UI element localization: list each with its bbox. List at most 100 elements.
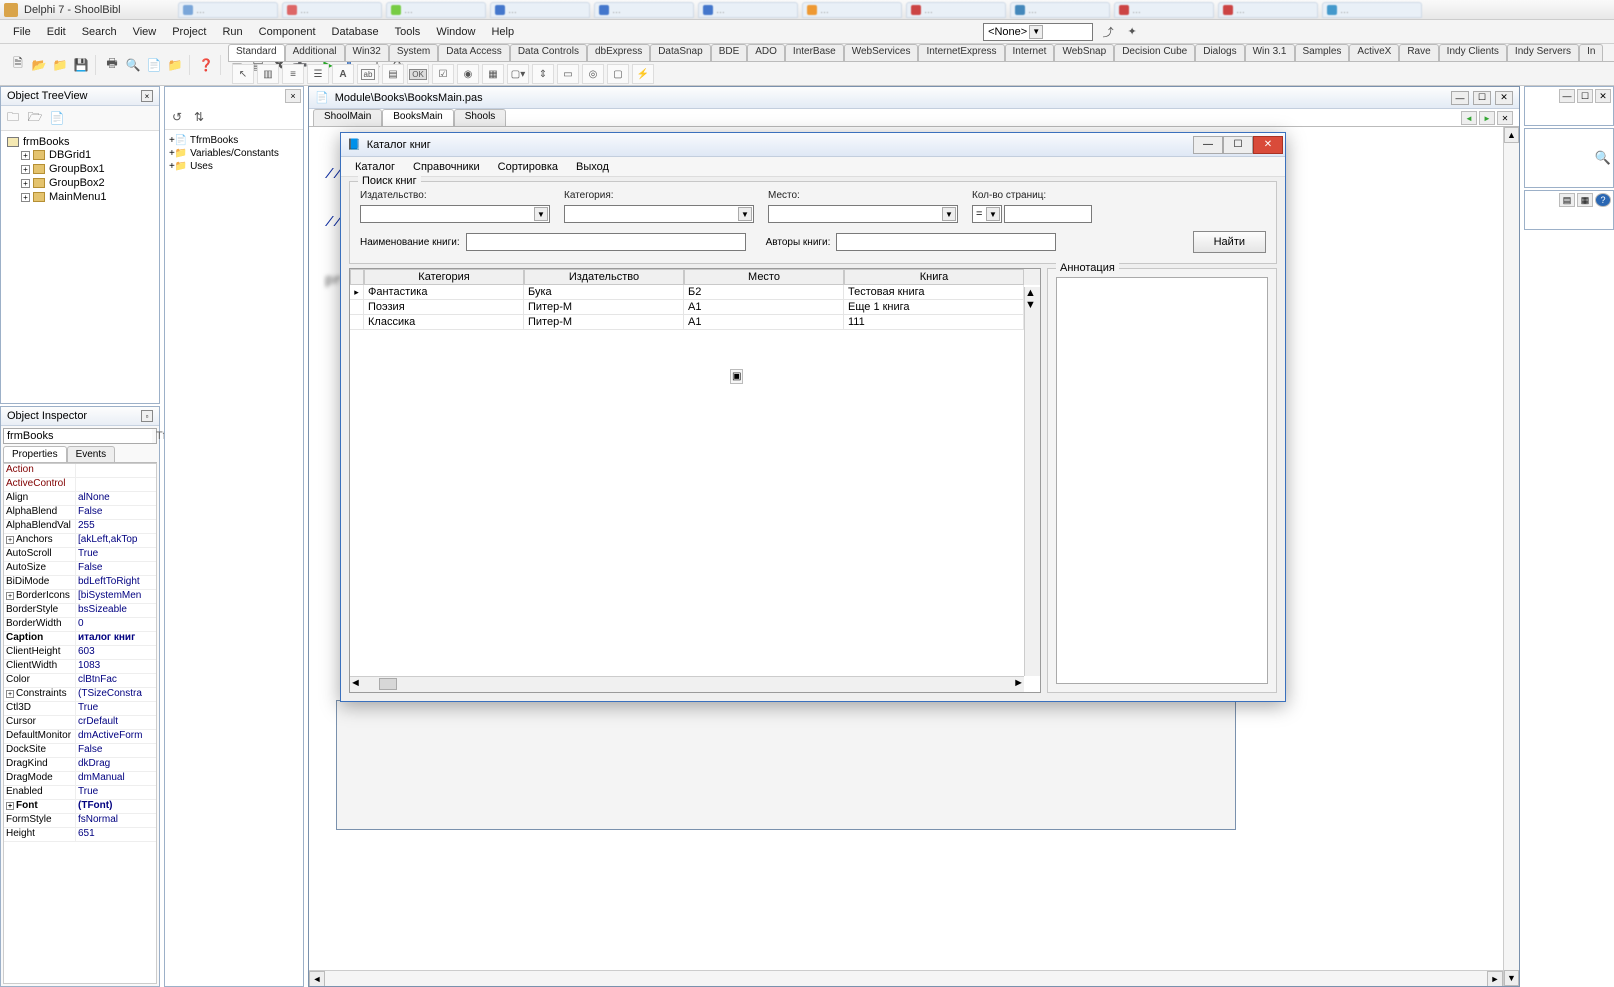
palette-tab-more[interactable]: In: [1579, 44, 1603, 61]
property-row[interactable]: ActiveControl: [4, 478, 156, 492]
property-row[interactable]: EnabledTrue: [4, 786, 156, 800]
table-cell[interactable]: Б2: [684, 285, 844, 299]
property-row[interactable]: AutoSizeFalse: [4, 562, 156, 576]
property-row[interactable]: AlphaBlendVal255: [4, 520, 156, 534]
explorer-node[interactable]: Uses: [190, 161, 213, 172]
col-category[interactable]: Категория: [364, 269, 524, 285]
palette-tab-datasnap[interactable]: DataSnap: [650, 44, 710, 61]
palette-tab-webservices[interactable]: WebServices: [844, 44, 919, 61]
property-row[interactable]: AlignalNone: [4, 492, 156, 506]
menu-tools[interactable]: Tools: [388, 23, 428, 41]
tab-events[interactable]: Events: [67, 446, 116, 462]
property-row[interactable]: +BorderIcons[biSystemMen: [4, 590, 156, 604]
panel-icon[interactable]: ▢: [607, 64, 629, 84]
property-row[interactable]: BorderStylebsSizeable: [4, 604, 156, 618]
tab-shools[interactable]: Shools: [454, 109, 507, 126]
edit-icon[interactable]: ab: [357, 64, 379, 84]
palette-tab-samples[interactable]: Samples: [1295, 44, 1350, 61]
treeview-btn-3[interactable]: 📄: [47, 108, 67, 128]
nav-fwd-icon[interactable]: ►: [1479, 111, 1495, 125]
label-icon[interactable]: A: [332, 64, 354, 84]
nav-back-icon[interactable]: ◄: [1461, 111, 1477, 125]
radiobutton-icon[interactable]: ◉: [457, 64, 479, 84]
pages-input[interactable]: [1004, 205, 1092, 223]
dock-maximize-icon[interactable]: ☐: [1577, 89, 1593, 103]
nav-close-icon[interactable]: ✕: [1497, 111, 1513, 125]
table-cell[interactable]: А1: [684, 300, 844, 314]
search-icon[interactable]: 🔍: [1595, 150, 1611, 166]
frames-icon[interactable]: ▥: [257, 64, 279, 84]
property-row[interactable]: AlphaBlendFalse: [4, 506, 156, 520]
palette-tab-internet[interactable]: Internet: [1005, 44, 1055, 61]
publisher-combo[interactable]: ▼: [360, 205, 550, 223]
folder-button[interactable]: 📁: [165, 55, 185, 75]
treeview-btn-2[interactable]: 🗁: [25, 108, 45, 128]
property-row[interactable]: Action: [4, 464, 156, 478]
expand-icon[interactable]: +: [169, 161, 175, 172]
app-maximize-button[interactable]: ☐: [1223, 136, 1253, 154]
palette-tab-standard[interactable]: Standard: [228, 44, 285, 61]
expand-icon[interactable]: +: [21, 193, 30, 202]
dock-close-icon[interactable]: ✕: [1595, 89, 1611, 103]
scrollbar-icon[interactable]: ⇕: [532, 64, 554, 84]
palette-tab-system[interactable]: System: [389, 44, 438, 61]
property-row[interactable]: Captionиталог книг: [4, 632, 156, 646]
panel-close-icon[interactable]: ×: [141, 90, 153, 102]
config-combo[interactable]: <None> ▼: [983, 23, 1093, 41]
minimize-button[interactable]: —: [1451, 91, 1469, 105]
tree-node[interactable]: GroupBox2: [49, 177, 105, 189]
category-combo[interactable]: ▼: [564, 205, 754, 223]
menu-edit[interactable]: Edit: [40, 23, 73, 41]
dock-view2-icon[interactable]: ▦: [1577, 193, 1593, 207]
palette-tab-rave[interactable]: Rave: [1399, 44, 1438, 61]
palette-tab-additional[interactable]: Additional: [285, 44, 345, 61]
table-cell[interactable]: Еще 1 книга: [844, 300, 1024, 314]
help-contents-button[interactable]: ❓: [196, 55, 216, 75]
app-close-button[interactable]: ✕: [1253, 136, 1283, 154]
grid-hscrollbar[interactable]: ◄►: [350, 676, 1024, 692]
tree-node[interactable]: MainMenu1: [49, 191, 106, 203]
palette-tab-indyclients[interactable]: Indy Clients: [1439, 44, 1507, 61]
table-cell[interactable]: Поэзия: [364, 300, 524, 314]
object-treeview[interactable]: frmBooks +DBGrid1 +GroupBox1 +GroupBox2 …: [1, 131, 159, 403]
expand-icon[interactable]: +: [169, 148, 175, 159]
palette-tab-dataaccess[interactable]: Data Access: [438, 44, 510, 61]
form-designer-window[interactable]: [336, 700, 1236, 830]
table-cell[interactable]: Фантастика: [364, 285, 524, 299]
explorer-btn-1[interactable]: ↺: [167, 107, 187, 127]
palette-tab-interbase[interactable]: InterBase: [785, 44, 844, 61]
find-button[interactable]: 🔍: [123, 55, 143, 75]
property-row[interactable]: +Anchors[akLeft,akTop: [4, 534, 156, 548]
app-minimize-button[interactable]: —: [1193, 136, 1223, 154]
tree-root[interactable]: frmBooks: [23, 136, 69, 148]
combobox-icon[interactable]: ▢▾: [507, 64, 529, 84]
save-button[interactable]: 💾: [71, 55, 91, 75]
panel-close-icon[interactable]: ×: [285, 89, 301, 103]
popupmenu-icon[interactable]: ☰: [307, 64, 329, 84]
radiogroup-icon[interactable]: ◎: [582, 64, 604, 84]
property-row[interactable]: Height651: [4, 828, 156, 842]
palette-tab-win31[interactable]: Win 3.1: [1245, 44, 1295, 61]
cursor-icon[interactable]: ↖: [232, 64, 254, 84]
maximize-button[interactable]: ☐: [1473, 91, 1491, 105]
listbox-icon[interactable]: ▦: [482, 64, 504, 84]
inspector-instance-combo[interactable]: TfrmBooks ▼: [3, 428, 157, 444]
table-cell[interactable]: 111: [844, 315, 1024, 329]
tree-node[interactable]: DBGrid1: [49, 149, 91, 161]
treeview-btn-1[interactable]: 🗀: [3, 108, 23, 128]
palette-tab-datacontrols[interactable]: Data Controls: [510, 44, 587, 61]
table-cell[interactable]: А1: [684, 315, 844, 329]
property-row[interactable]: DockSiteFalse: [4, 744, 156, 758]
property-row[interactable]: DragModedmManual: [4, 772, 156, 786]
property-grid[interactable]: ActionActiveControlAlignalNoneAlphaBlend…: [3, 463, 157, 984]
tree-node[interactable]: GroupBox1: [49, 163, 105, 175]
annotation-textarea[interactable]: [1056, 277, 1268, 684]
table-cell[interactable]: Питер-М: [524, 300, 684, 314]
property-row[interactable]: CursorcrDefault: [4, 716, 156, 730]
print-button[interactable]: 🖶: [102, 55, 122, 75]
palette-tab-internetexpress[interactable]: InternetExpress: [918, 44, 1004, 61]
replace-button[interactable]: 📄: [144, 55, 164, 75]
db-navigator[interactable]: ▣: [730, 369, 743, 384]
table-cell[interactable]: Тестовая книга: [844, 285, 1024, 299]
close-button[interactable]: ✕: [1495, 91, 1513, 105]
